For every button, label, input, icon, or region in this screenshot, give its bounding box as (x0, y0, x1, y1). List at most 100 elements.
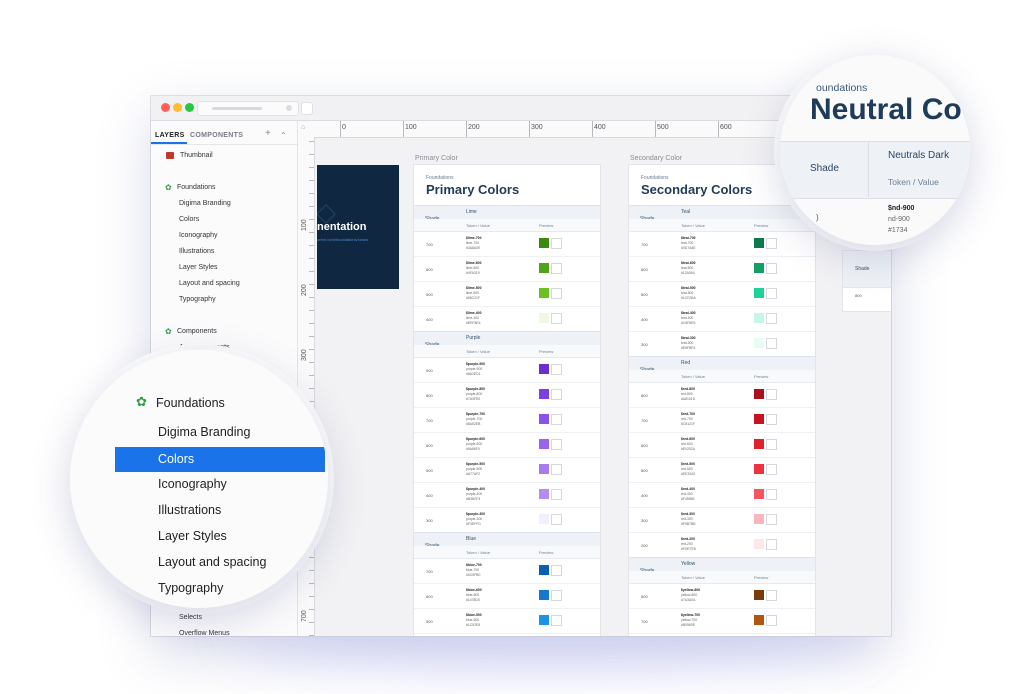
layer-item[interactable]: Iconography (179, 232, 218, 239)
zoom-layer-item[interactable]: Typography (158, 581, 223, 595)
color-row[interactable]: 600 $blue-600 blue-600 #1478D0 (414, 583, 600, 609)
color-swatch[interactable] (539, 238, 549, 248)
address-bar[interactable] (197, 101, 299, 116)
color-swatch[interactable] (754, 615, 764, 625)
color-row[interactable]: 500 $red-500 red-500 #EE3340 (629, 457, 815, 483)
color-swatch[interactable] (539, 514, 549, 524)
outline-swatch (766, 263, 777, 274)
color-swatch[interactable] (539, 565, 549, 575)
color-swatch[interactable] (539, 313, 549, 323)
ruler-lock-icon[interactable]: ⌂ (301, 124, 310, 133)
layer-item[interactable]: Foundations (177, 184, 216, 191)
layer-item[interactable]: Overflow Menus (179, 630, 230, 636)
color-row[interactable]: 400 $purple-400 purple-400 #B38CF4 (414, 482, 600, 508)
color-swatch[interactable] (754, 238, 764, 248)
layer-item[interactable]: Components (177, 328, 217, 335)
color-swatch[interactable] (539, 364, 549, 374)
color-row[interactable]: 800 $yellow-800 yellow-800 #7A3A0A (629, 583, 815, 609)
zoom-layer-item[interactable]: Iconography (158, 477, 227, 491)
color-row[interactable]: 300 $red-300 red-300 #F9B7BB (629, 507, 815, 533)
color-row[interactable]: 700 $blue-700 blue-700 #0C5FB0 (414, 558, 600, 584)
primary-frame-label[interactable]: Primary Color (415, 155, 458, 162)
close-window-button[interactable] (161, 103, 170, 112)
zoom-layer-item[interactable]: Illustrations (158, 503, 221, 517)
color-swatch[interactable] (539, 389, 549, 399)
color-swatch[interactable] (754, 489, 764, 499)
color-swatch[interactable] (754, 464, 764, 474)
new-tab-button[interactable] (301, 102, 313, 115)
color-row[interactable]: 700 $teal-700 teal-700 #0D7A4E (629, 231, 815, 257)
color-swatch[interactable] (754, 514, 764, 524)
secondary-colors-artboard[interactable]: Foundations Secondary Colors TealShadeTo… (629, 165, 815, 636)
collapse-panel-icon[interactable]: ⌃ (280, 131, 287, 140)
color-row[interactable]: 300 $teal-300 teal-300 #E8FBF4 (629, 331, 815, 357)
color-row[interactable]: 500 $blue-500 blue-500 #1C92E8 (414, 608, 600, 634)
ruler-tick-label: 400 (594, 124, 606, 131)
color-row[interactable]: 800 $purple-800 purple-800 #7A3FE0 (414, 382, 600, 408)
color-row[interactable]: 900 $purple-900 purple-900 #6A2ED1 (414, 357, 600, 383)
neutral-colors-artboard[interactable]: Shade 800 (843, 251, 891, 311)
zoom-layer-item[interactable]: Layout and spacing (158, 555, 266, 569)
layer-item[interactable]: Layout and spacing (179, 280, 240, 287)
maximize-window-button[interactable] (185, 103, 194, 112)
color-row[interactable]: 400 $lime-400 lime-400 #EEF8E4 (414, 306, 600, 332)
primary-colors-artboard[interactable]: Foundations Primary Colors LimeShadeToke… (414, 165, 600, 636)
color-swatch[interactable] (754, 288, 764, 298)
zoom-layer-item[interactable]: Digima Branding (158, 425, 250, 439)
color-row[interactable]: 500 $purple-500 purple-500 #A77AF2 (414, 457, 600, 483)
layer-item[interactable]: Digima Branding (179, 200, 231, 207)
color-row[interactable]: 700 $purple-700 purple-700 #8A52EB (414, 407, 600, 433)
color-row[interactable]: 600 $red-600 red-600 #E0202A (629, 432, 815, 458)
zoom-group-label: Foundations (156, 396, 225, 410)
color-swatch[interactable] (754, 590, 764, 600)
add-page-button[interactable]: + (265, 128, 271, 139)
outline-swatch (551, 615, 562, 626)
token-value: $teal-400 teal-400 #C6F6E5 (681, 311, 696, 325)
color-swatch[interactable] (539, 414, 549, 424)
color-swatch[interactable] (754, 414, 764, 424)
color-swatch[interactable] (754, 439, 764, 449)
documentation-hero-frame[interactable]: nentation orem.com/foundations/colors (317, 165, 399, 289)
color-row[interactable]: 600 $teal-600 teal-600 #12A064 (629, 256, 815, 282)
layer-item[interactable]: Illustrations (179, 248, 214, 255)
reload-icon[interactable] (286, 105, 292, 111)
layer-item[interactable]: Colors (179, 216, 199, 223)
color-swatch[interactable] (539, 263, 549, 273)
color-swatch[interactable] (754, 313, 764, 323)
color-swatch[interactable] (539, 590, 549, 600)
layer-item[interactable]: Selects (179, 614, 202, 621)
color-row[interactable]: 700 $red-700 red-700 #C8121F (629, 407, 815, 433)
zoom-layer-item[interactable]: Layer Styles (158, 529, 227, 543)
minimize-window-button[interactable] (173, 103, 182, 112)
color-row[interactable]: 600 $purple-600 purple-600 #9A66F0 (414, 432, 600, 458)
color-swatch[interactable] (539, 439, 549, 449)
color-swatch[interactable] (539, 464, 549, 474)
color-swatch[interactable] (539, 489, 549, 499)
color-row[interactable]: 700 $yellow-700 yellow-700 #B0560E (629, 608, 815, 634)
color-row[interactable]: 800 $red-800 red-800 #A8101D (629, 382, 815, 408)
token-name: $teal-400 (681, 311, 696, 315)
tab-layers[interactable]: LAYERS (155, 132, 185, 139)
color-row[interactable]: 200 $red-200 red-200 #FDE7E8 (629, 532, 815, 558)
layer-item[interactable]: Thumbnail (180, 152, 213, 159)
color-swatch[interactable] (539, 615, 549, 625)
color-row[interactable]: 600 $lime-600 lime-600 #4FA319 (414, 256, 600, 282)
color-row[interactable]: 500 $teal-500 teal-500 #1CD39A (629, 281, 815, 307)
shade-value: 800 (641, 393, 648, 398)
color-row[interactable]: 300 $purple-300 purple-300 #F3EFFD (414, 507, 600, 533)
color-swatch[interactable] (539, 288, 549, 298)
color-swatch[interactable] (754, 338, 764, 348)
color-swatch[interactable] (754, 263, 764, 273)
secondary-frame-label[interactable]: Secondary Color (630, 155, 682, 162)
token-name: $blue-500 (466, 613, 482, 617)
color-row[interactable]: 400 $red-400 red-400 #F4555E (629, 482, 815, 508)
layer-item[interactable]: Layer Styles (179, 264, 218, 271)
color-swatch[interactable] (754, 389, 764, 399)
tab-components[interactable]: COMPONENTS (190, 132, 243, 139)
zoom-selected-row[interactable]: Colors (115, 447, 325, 472)
color-swatch[interactable] (754, 539, 764, 549)
color-row[interactable]: 500 $lime-500 lime-500 #68C21F (414, 281, 600, 307)
color-row[interactable]: 400 $teal-400 teal-400 #C6F6E5 (629, 306, 815, 332)
layer-item[interactable]: Typography (179, 296, 216, 303)
color-row[interactable]: 700 $lime-700 lime-700 #3A8A0E (414, 231, 600, 257)
